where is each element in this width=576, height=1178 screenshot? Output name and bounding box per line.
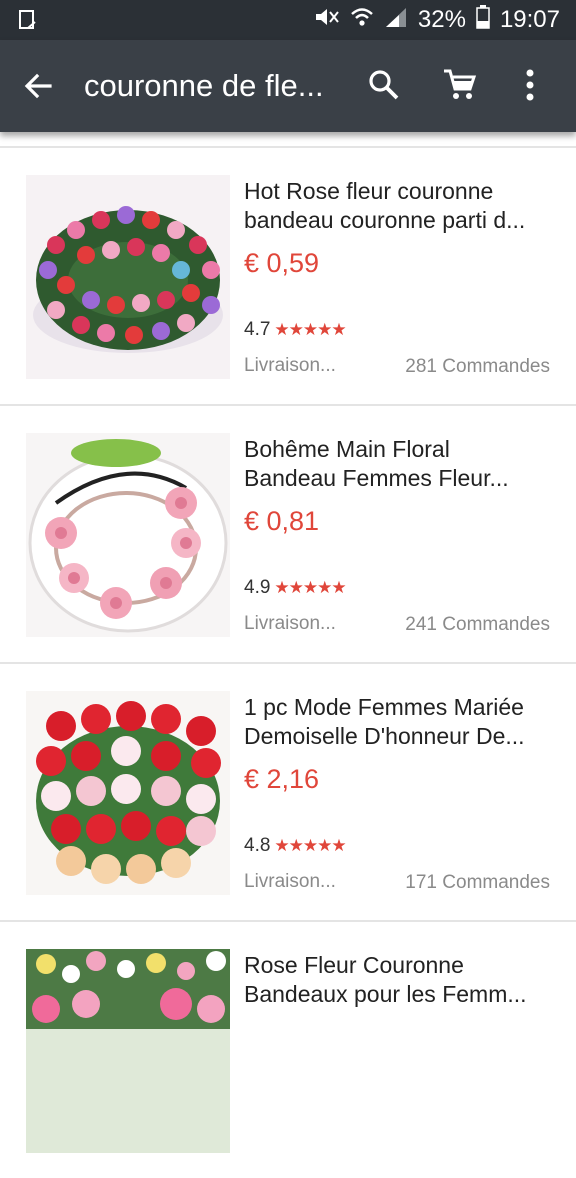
rating-value: 4.9 — [244, 577, 271, 598]
rating-value: 4.7 — [244, 319, 271, 340]
more-vert-icon[interactable] — [520, 67, 540, 103]
shipping-info: Livraison... — [244, 613, 336, 634]
clock: 19:07 — [499, 6, 560, 33]
back-arrow-icon[interactable] — [22, 70, 54, 102]
product-image[interactable] — [26, 949, 230, 1153]
notification-icon — [18, 9, 38, 31]
cart-icon[interactable] — [442, 67, 478, 103]
product-title-line: Demoiselle D'honneur De... — [244, 723, 525, 749]
product-price: € 2,16 — [244, 764, 320, 794]
orders-count: 171 Commandes — [405, 872, 550, 893]
product-title-line: Bandeaux pour les Femm... — [244, 981, 527, 1007]
product-rating: 4.8 ★★★★★ — [244, 835, 347, 857]
product-item[interactable]: 1 pc Mode Femmes Mariée Demoiselle D'hon… — [0, 662, 576, 920]
product-title-line: bandeau couronne parti d... — [244, 207, 526, 233]
signal-icon — [384, 6, 408, 35]
product-title-line: Bohême Main Floral — [244, 436, 450, 462]
mute-icon — [314, 6, 340, 35]
product-rating: 4.7 ★★★★★ — [244, 319, 347, 341]
product-title-line: 1 pc Mode Femmes Mariée — [244, 694, 524, 720]
rating-value: 4.8 — [244, 835, 271, 856]
wifi-icon — [350, 6, 374, 35]
star-icon: ★★★★★ — [274, 578, 346, 597]
product-image[interactable] — [26, 175, 230, 379]
battery-icon — [476, 4, 490, 36]
star-icon: ★★★★★ — [274, 836, 346, 855]
battery-percent: 32% — [417, 6, 466, 33]
product-title-line: Hot Rose fleur couronne — [244, 178, 494, 204]
product-title-line: Rose Fleur Couronne — [244, 952, 464, 978]
app-bar: couronne de fle... — [0, 40, 576, 132]
product-item[interactable]: Hot Rose fleur couronne bandeau couronne… — [0, 146, 576, 404]
orders-count: 241 Commandes — [405, 614, 550, 635]
product-title[interactable]: Bohême Main Floral Bandeau Femmes Fleur.… — [244, 435, 554, 493]
product-title[interactable]: Rose Fleur Couronne Bandeaux pour les Fe… — [244, 951, 554, 1009]
orders-count: 281 Commandes — [405, 356, 550, 377]
shipping-info: Livraison... — [244, 871, 336, 892]
product-list: Hot Rose fleur couronne bandeau couronne… — [0, 146, 576, 1178]
search-query-title[interactable]: couronne de fle... — [84, 68, 324, 104]
product-price: € 0,81 — [244, 506, 320, 536]
product-rating: 4.9 ★★★★★ — [244, 577, 347, 599]
shipping-info: Livraison... — [244, 355, 336, 376]
product-title[interactable]: 1 pc Mode Femmes Mariée Demoiselle D'hon… — [244, 693, 554, 751]
star-icon: ★★★★★ — [274, 320, 346, 339]
product-image[interactable] — [26, 691, 230, 895]
product-title[interactable]: Hot Rose fleur couronne bandeau couronne… — [244, 177, 554, 235]
status-bar: 32% 19:07 — [0, 0, 576, 40]
product-title-line: Bandeau Femmes Fleur... — [244, 465, 509, 491]
product-item[interactable]: Rose Fleur Couronne Bandeaux pour les Fe… — [0, 920, 576, 1178]
product-price: € 0,59 — [244, 248, 320, 278]
product-item[interactable]: Bohême Main Floral Bandeau Femmes Fleur.… — [0, 404, 576, 662]
search-icon[interactable] — [366, 67, 402, 103]
product-image[interactable] — [26, 433, 230, 637]
